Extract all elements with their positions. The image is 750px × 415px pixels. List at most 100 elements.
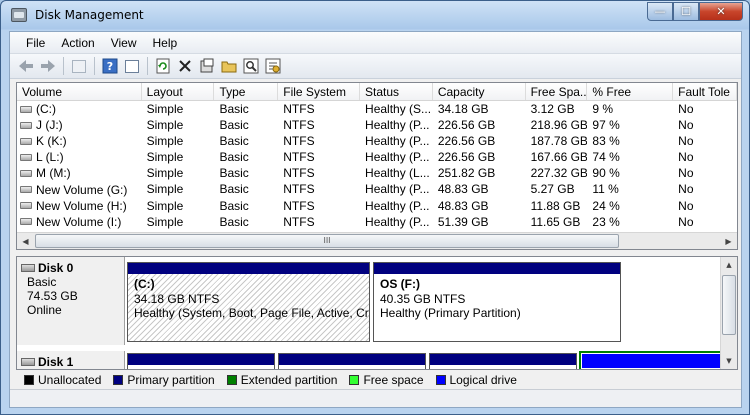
- scroll-up-icon[interactable]: ▲: [721, 257, 737, 273]
- drive-icon: [20, 218, 32, 226]
- table-cell: Simple: [146, 150, 184, 165]
- table-cell: 218.96 GB: [530, 118, 588, 133]
- legend: Unallocated Primary partition Extended p…: [16, 371, 738, 389]
- table-cell: Simple: [146, 182, 184, 197]
- partition-f[interactable]: OS (F:) 40.35 GB NTFS Healthy (Primary P…: [373, 262, 621, 342]
- legend-swatch: [226, 375, 237, 385]
- table-cell: L (L:): [17, 149, 142, 165]
- refresh-icon[interactable]: [153, 56, 173, 76]
- table-row[interactable]: New Volume (I:) Simple Basic NTFS Healthy (P…: [17, 214, 737, 230]
- column-free-space[interactable]: Free Spa...: [526, 83, 588, 100]
- table-cell: Healthy (P...: [365, 198, 430, 213]
- table-cell: 11 %: [592, 182, 619, 197]
- menu-file[interactable]: File: [18, 36, 53, 50]
- table-cell: No: [678, 198, 694, 213]
- console-tree-icon[interactable]: [69, 56, 89, 76]
- disk-1-extended-partition[interactable]: [579, 351, 733, 369]
- table-cell: 11.88 GB: [530, 198, 581, 213]
- column-fault-tolerance[interactable]: Fault Tole: [673, 83, 737, 100]
- drive-icon: [20, 186, 32, 194]
- table-cell: 24 %: [592, 198, 620, 213]
- table-row[interactable]: J (J:) Simple Basic NTFS Healthy (P... 226.56…: [17, 117, 737, 133]
- table-row[interactable]: L (L:) Simple Basic NTFS Healthy (P... 226.56…: [17, 149, 737, 165]
- scroll-thumb[interactable]: [722, 275, 736, 335]
- table-cell: 23 %: [592, 214, 620, 229]
- table-cell: Healthy (P...: [365, 182, 430, 197]
- search-icon[interactable]: [241, 56, 261, 76]
- table-row[interactable]: New Volume (H:) Simple Basic NTFS Healthy (P…: [17, 198, 737, 214]
- maximize-button[interactable]: ☐: [673, 2, 699, 21]
- disk-1-partition[interactable]: [278, 353, 426, 369]
- table-cell: Simple: [146, 118, 184, 133]
- forward-icon[interactable]: [38, 56, 58, 76]
- drive-icon: [20, 121, 32, 129]
- table-cell: 48.83 GB: [437, 198, 489, 213]
- table-cell: (C:): [17, 101, 142, 117]
- svg-text:?: ?: [107, 60, 113, 73]
- table-cell: 226.56 GB: [437, 134, 496, 149]
- table-cell: Simple: [146, 214, 184, 229]
- disk-1-partition[interactable]: [429, 353, 577, 369]
- minimize-button[interactable]: —: [647, 2, 673, 21]
- scroll-down-icon[interactable]: ▼: [721, 353, 737, 369]
- properties-icon[interactable]: [122, 56, 142, 76]
- open-icon[interactable]: [219, 56, 239, 76]
- column-status[interactable]: Status: [360, 83, 433, 100]
- table-cell: No: [678, 214, 694, 229]
- drive-icon: [20, 105, 32, 113]
- back-icon[interactable]: [16, 56, 36, 76]
- legend-swatch: [349, 375, 360, 385]
- disk-management-app-icon: [11, 8, 27, 22]
- vertical-scrollbar[interactable]: ▲ ▼: [720, 257, 737, 369]
- partition-c[interactable]: (C:) 34.18 GB NTFS Healthy (System, Boot…: [127, 262, 370, 342]
- window-title: Disk Management: [35, 8, 144, 22]
- close-button[interactable]: ✕: [699, 2, 743, 21]
- disk-graphical-view[interactable]: Disk 0 Basic 74.53 GB Online (C:) 34.18 …: [16, 256, 738, 370]
- table-row[interactable]: K (K:) Simple Basic NTFS Healthy (P... 226.56…: [17, 133, 737, 149]
- table-cell: Basic: [219, 118, 249, 133]
- table-cell: Simple: [146, 134, 184, 149]
- disk-0-label[interactable]: Disk 0 Basic 74.53 GB Online: [17, 257, 125, 345]
- table-cell: Healthy (P...: [365, 214, 430, 229]
- column-file-system[interactable]: File System: [278, 83, 361, 100]
- column-type[interactable]: Type: [214, 83, 279, 100]
- horizontal-scrollbar[interactable]: ◀ III ▶: [17, 232, 737, 249]
- disk-1-label[interactable]: Disk 1: [17, 351, 125, 369]
- partition-f-size: 40.35 GB NTFS: [380, 291, 466, 306]
- table-row[interactable]: M (M:) Simple Basic NTFS Healthy (L... 251.82…: [17, 165, 737, 181]
- table-cell: J (J:): [17, 117, 142, 133]
- drive-icon: [20, 153, 32, 161]
- export-icon[interactable]: [263, 56, 283, 76]
- table-row[interactable]: New Volume (G:) Simple Basic NTFS Healthy (P…: [17, 181, 737, 197]
- table-cell: 251.82 GB: [437, 166, 496, 181]
- delete-icon[interactable]: [175, 56, 195, 76]
- column-percent-free[interactable]: % Free: [587, 83, 674, 100]
- column-capacity[interactable]: Capacity: [433, 83, 526, 100]
- menu-view[interactable]: View: [103, 36, 145, 50]
- help-icon[interactable]: ?: [100, 56, 120, 76]
- disk-1-partition[interactable]: [127, 353, 275, 369]
- table-row[interactable]: (C:) Simple Basic NTFS Healthy (S... 34.18 GB…: [17, 101, 737, 117]
- column-layout[interactable]: Layout: [142, 83, 215, 100]
- table-cell: 51.39 GB: [437, 214, 489, 229]
- scroll-right-icon[interactable]: ▶: [720, 233, 737, 249]
- table-cell: 167.66 GB: [530, 150, 588, 165]
- scroll-thumb[interactable]: III: [35, 234, 619, 248]
- title-bar[interactable]: Disk Management — ☐ ✕: [1, 1, 749, 31]
- toolbar-separator: [147, 57, 148, 75]
- table-cell: NTFS: [283, 134, 315, 149]
- legend-swatch: [113, 375, 124, 385]
- table-cell: NTFS: [283, 150, 315, 165]
- table-cell: No: [678, 182, 694, 197]
- table-cell: NTFS: [283, 118, 315, 133]
- settings-icon[interactable]: [197, 56, 217, 76]
- volume-list[interactable]: Volume Layout Type File System Status Ca…: [16, 82, 738, 250]
- disk-0-state: Online: [27, 303, 62, 317]
- legend-logical-drive: Logical drive: [435, 373, 517, 387]
- legend-primary-partition: Primary partition: [113, 373, 215, 387]
- menu-help[interactable]: Help: [145, 36, 186, 50]
- menu-action[interactable]: Action: [53, 36, 102, 50]
- column-volume[interactable]: Volume: [17, 83, 142, 100]
- scroll-left-icon[interactable]: ◀: [17, 233, 34, 249]
- legend-free-space: Free space: [349, 373, 424, 387]
